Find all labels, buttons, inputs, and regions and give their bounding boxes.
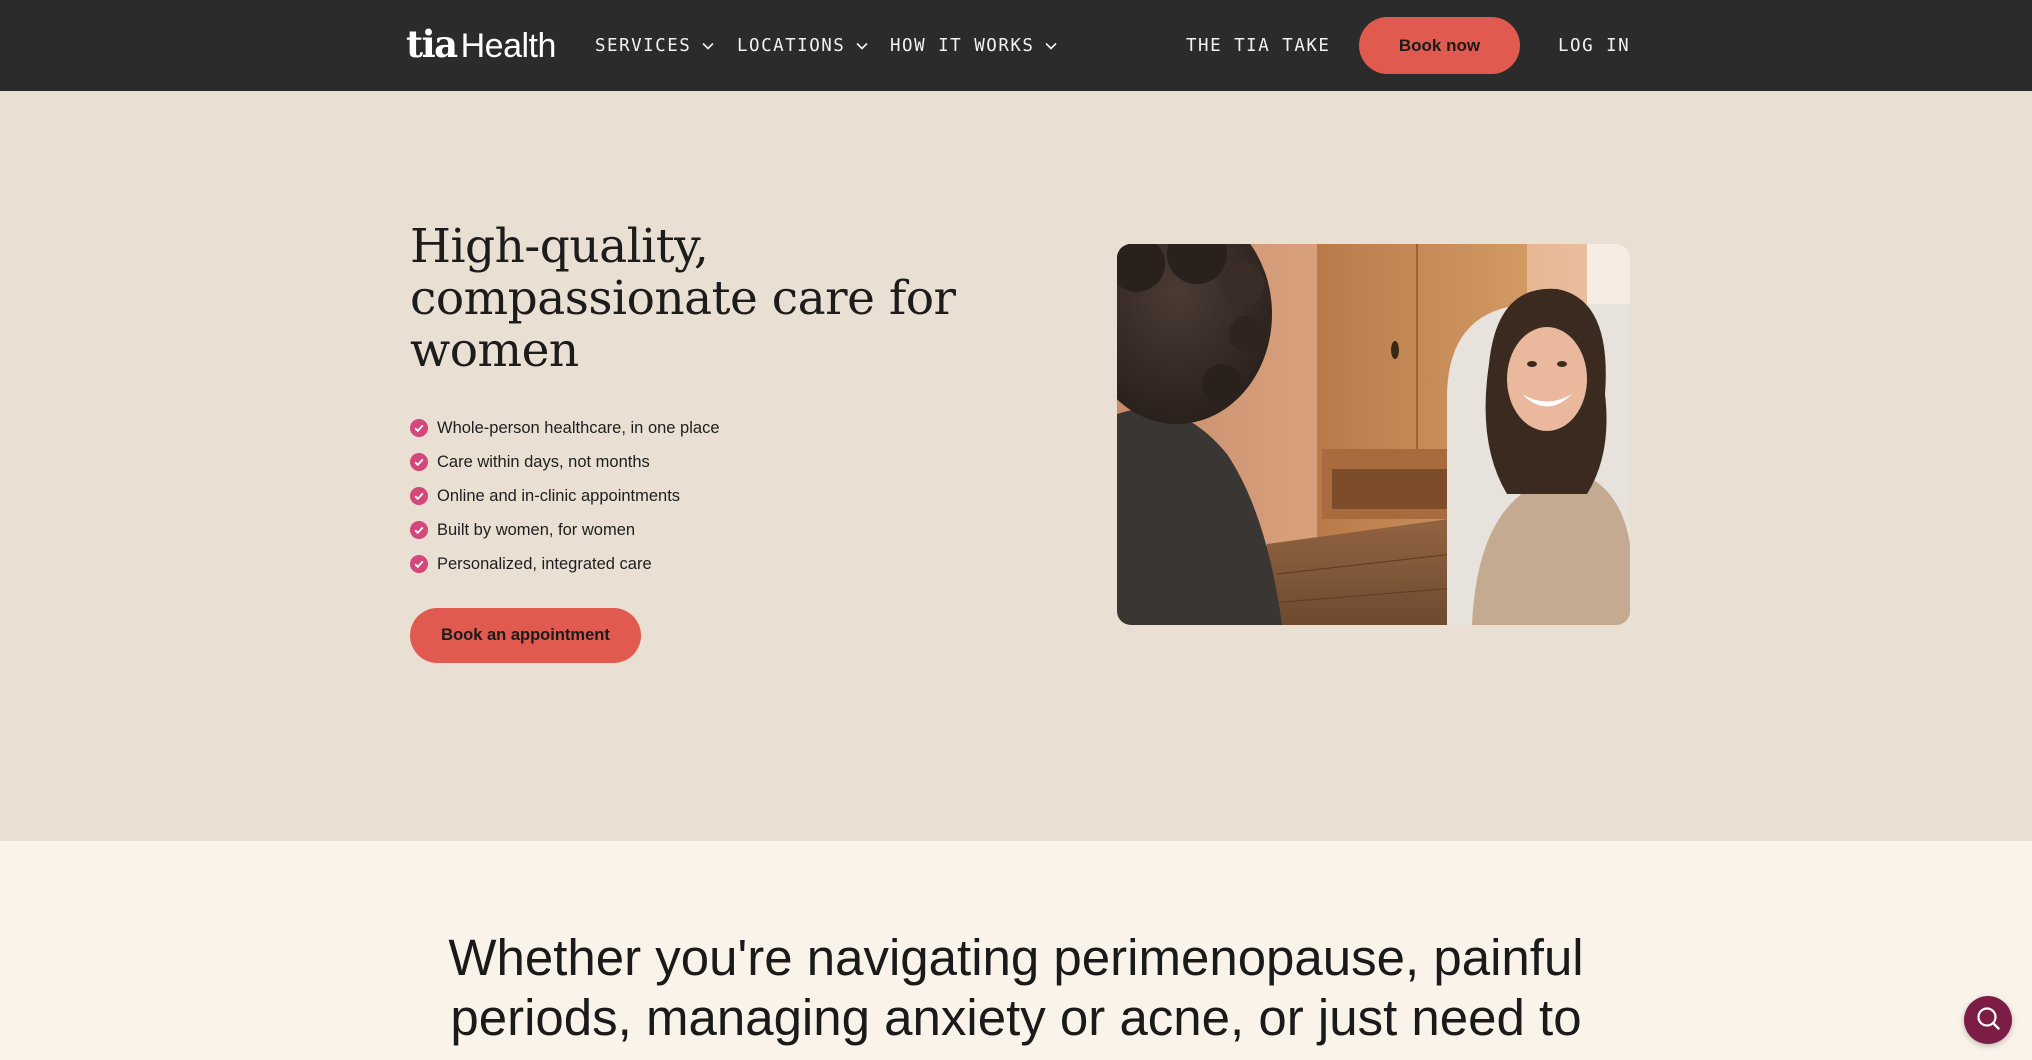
nav-services-label: SERVICES xyxy=(595,36,692,56)
logo-tia-text: tia xyxy=(406,22,458,66)
book-appointment-button[interactable]: Book an appointment xyxy=(410,608,641,663)
feature-item: Online and in-clinic appointments xyxy=(410,479,720,513)
check-circle-icon xyxy=(410,555,428,573)
feature-text: Care within days, not months xyxy=(437,452,650,471)
chevron-down-icon xyxy=(701,39,715,53)
nav-tia-take-label: THE TIA TAKE xyxy=(1186,36,1331,56)
nav-tia-take-link[interactable]: THE TIA TAKE xyxy=(1186,33,1330,59)
intro-line-1: Whether you're navigating perimenopause,… xyxy=(448,929,1584,986)
feature-text: Online and in-clinic appointments xyxy=(437,486,681,505)
hero-section: High-quality, compassionate care for wom… xyxy=(0,91,2032,931)
feature-item: Built by women, for women xyxy=(410,513,720,547)
logo-health-text: Health xyxy=(460,27,557,65)
check-circle-icon xyxy=(410,453,428,471)
top-navbar: tia Health SERVICES LOCATIONS HOW IT WOR… xyxy=(0,0,2032,91)
check-circle-icon xyxy=(410,487,428,505)
intro-statement: Whether you're navigating perimenopause,… xyxy=(0,928,2032,1048)
hero-title: High-quality, compassionate care for wom… xyxy=(410,219,956,378)
hero-photo xyxy=(1117,244,1630,625)
nav-services-dropdown[interactable]: SERVICES xyxy=(595,33,715,59)
check-circle-icon xyxy=(410,419,428,437)
chat-help-button[interactable] xyxy=(1964,996,2012,1044)
tia-health-logo[interactable]: tia Health xyxy=(406,22,556,66)
feature-item: Whole-person healthcare, in one place xyxy=(410,411,720,445)
feature-text: Personalized, integrated care xyxy=(437,554,652,573)
feature-text: Whole-person healthcare, in one place xyxy=(437,418,720,437)
nav-locations-label: LOCATIONS xyxy=(737,36,846,56)
nav-locations-dropdown[interactable]: LOCATIONS xyxy=(737,33,869,59)
chat-search-icon xyxy=(1974,1004,2002,1037)
check-circle-icon xyxy=(410,521,428,539)
feature-item: Personalized, integrated care xyxy=(410,547,720,581)
chevron-down-icon xyxy=(855,39,869,53)
nav-login-link[interactable]: LOG IN xyxy=(1558,33,1630,59)
chevron-down-icon xyxy=(1044,39,1058,53)
nav-how-it-works-label: HOW IT WORKS xyxy=(890,36,1035,56)
nav-how-it-works-dropdown[interactable]: HOW IT WORKS xyxy=(890,33,1058,59)
nav-login-label: LOG IN xyxy=(1558,36,1631,56)
intro-line-2: periods, managing anxiety or acne, or ju… xyxy=(450,989,1582,1046)
feature-text: Built by women, for women xyxy=(437,520,636,539)
book-now-button[interactable]: Book now xyxy=(1359,17,1520,74)
feature-item: Care within days, not months xyxy=(410,445,720,479)
section-divider-wave xyxy=(0,894,2032,931)
feature-list: Whole-person healthcare, in one place Ca… xyxy=(410,411,720,581)
